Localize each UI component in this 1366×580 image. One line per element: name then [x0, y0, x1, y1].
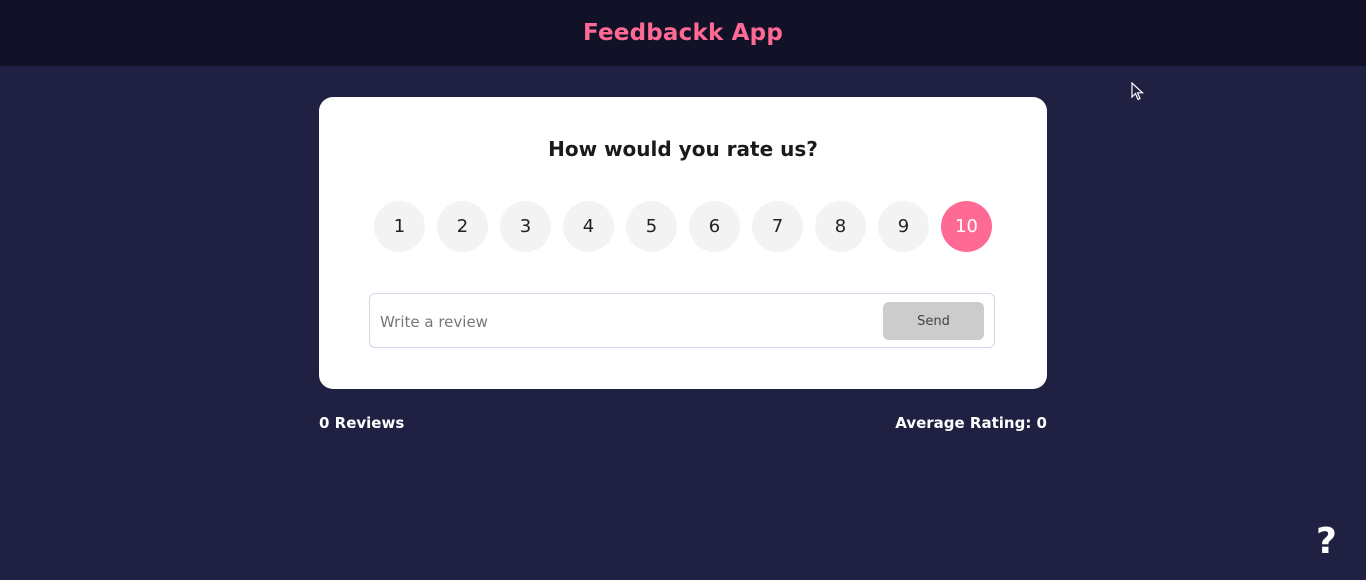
rating-question: How would you rate us?	[548, 137, 818, 161]
app-header: Feedbackk App	[0, 0, 1366, 66]
rating-option-4[interactable]: 4	[563, 201, 614, 252]
rating-options: 1 2 3 4 5 6 7 8 9 10	[374, 201, 1004, 252]
rating-option-6[interactable]: 6	[689, 201, 740, 252]
rating-option-10[interactable]: 10	[941, 201, 992, 252]
review-stats: 0 Reviews Average Rating: 0	[319, 414, 1047, 432]
rating-option-9[interactable]: 9	[878, 201, 929, 252]
rating-option-2[interactable]: 2	[437, 201, 488, 252]
rating-option-5[interactable]: 5	[626, 201, 677, 252]
app-title: Feedbackk App	[583, 20, 783, 46]
mouse-cursor-icon	[1131, 81, 1145, 106]
rating-option-8[interactable]: 8	[815, 201, 866, 252]
review-count: 0 Reviews	[319, 414, 405, 432]
review-form: Send	[369, 293, 995, 348]
rating-option-1[interactable]: 1	[374, 201, 425, 252]
rating-option-3[interactable]: 3	[500, 201, 551, 252]
rating-option-7[interactable]: 7	[752, 201, 803, 252]
review-input[interactable]	[378, 303, 882, 341]
help-icon[interactable]: ?	[1316, 518, 1337, 566]
send-button[interactable]: Send	[883, 302, 984, 340]
average-rating: Average Rating: 0	[895, 414, 1047, 432]
feedback-card: How would you rate us? 1 2 3 4 5 6 7 8 9…	[319, 97, 1047, 389]
